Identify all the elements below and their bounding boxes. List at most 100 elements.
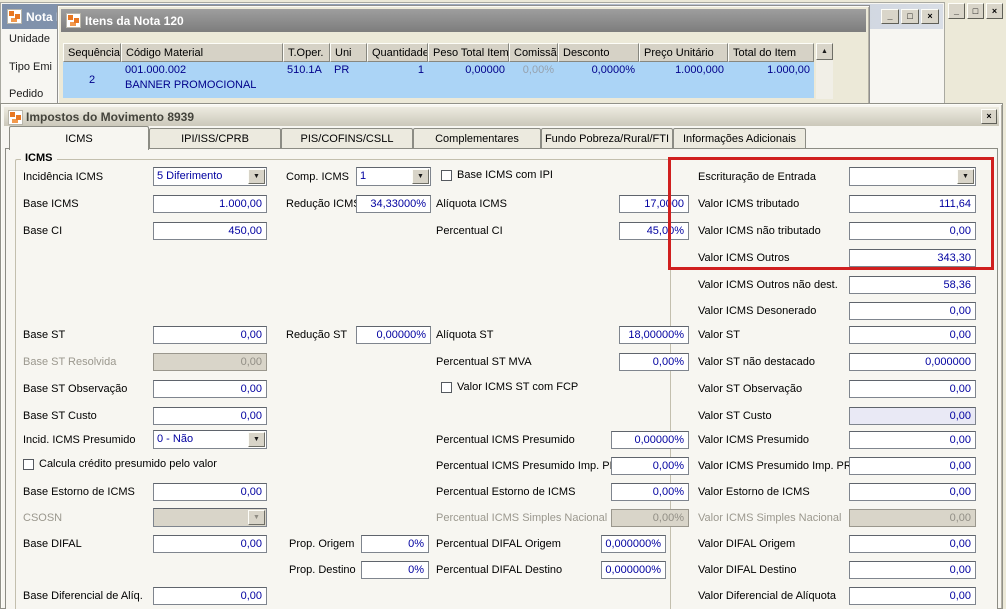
input-base-st-observacao[interactable]: 0,00 (153, 380, 267, 398)
input-valor-icms-presumido[interactable]: 0,00 (849, 431, 976, 449)
input-base-st-custo[interactable]: 0,00 (153, 407, 267, 425)
label-valor-st-custo: Valor ST Custo (698, 410, 772, 422)
input-aliquota-st[interactable]: 18,00000% (619, 326, 689, 344)
column-header-sequencia[interactable]: Sequência (63, 43, 121, 62)
app-maximize-button[interactable]: □ (967, 3, 984, 19)
column-header-uni[interactable]: Uni (330, 43, 367, 62)
select-escrituracao-entrada[interactable]: ▼ (849, 167, 976, 186)
column-header-total-do-item[interactable]: Total do Item (728, 43, 814, 62)
nota-field-label-tipo-emissao: Tipo Emi (9, 61, 52, 73)
label-base-st-resolvida: Base ST Resolvida (23, 356, 117, 368)
column-header-codigo-material[interactable]: Código Material (121, 43, 283, 62)
material-code: 001.000.002 (125, 64, 187, 76)
input-valor-icms-outros-nao-dest[interactable]: 58,36 (849, 276, 976, 294)
input-valor-icms-tributado[interactable]: 111,64 (849, 195, 976, 213)
column-header-quantidade[interactable]: Quantidade (367, 43, 428, 62)
checkbox-calcula-credito-presumido[interactable]: Calcula crédito presumido pelo valor (23, 458, 217, 470)
label-percentual-icms-presumido-imp-pr: Percentual ICMS Presumido Imp. PR (436, 460, 618, 472)
select-incidencia-icms[interactable]: 5 Diferimento ▼ (153, 167, 267, 186)
column-header-toper[interactable]: T.Oper. (283, 43, 330, 62)
label-percentual-icms-presumido: Percentual ICMS Presumido (436, 434, 575, 446)
nota-close-button[interactable]: × (921, 9, 939, 24)
input-base-ci[interactable]: 450,00 (153, 222, 267, 240)
app-close-button[interactable]: × (986, 3, 1003, 19)
input-valor-st-observacao[interactable]: 0,00 (849, 380, 976, 398)
column-header-preco-unitario[interactable]: Preço Unitário (639, 43, 728, 62)
select-value: 0 - Não (157, 433, 194, 445)
nota-maximize-button[interactable]: □ (901, 9, 919, 24)
cell-preco-unitario: 1.000,000 (675, 64, 724, 76)
scroll-up-button[interactable]: ▲ (816, 43, 833, 60)
input-base-st-resolvida: 0,00 (153, 353, 267, 371)
input-base-diferencial-aliq[interactable]: 0,00 (153, 587, 267, 605)
checkbox-base-icms-com-ipi[interactable]: Base ICMS com IPI (441, 169, 553, 181)
dropdown-arrow-icon[interactable]: ▼ (248, 432, 265, 447)
input-prop-destino[interactable]: 0% (361, 561, 429, 579)
input-valor-icms-presumido-imp-pr[interactable]: 0,00 (849, 457, 976, 475)
input-prop-origem[interactable]: 0% (361, 535, 429, 553)
input-valor-estorno-icms[interactable]: 0,00 (849, 483, 976, 501)
input-valor-st[interactable]: 0,00 (849, 326, 976, 344)
input-valor-difal-destino[interactable]: 0,00 (849, 561, 976, 579)
tab-icms[interactable]: ICMS (9, 126, 149, 150)
input-percentual-icms-presumido-imp-pr[interactable]: 0,00% (611, 457, 689, 475)
input-percentual-difal-destino[interactable]: 0,000000% (601, 561, 666, 579)
input-base-difal[interactable]: 0,00 (153, 535, 267, 553)
label-reducao-st: Redução ST (286, 329, 348, 341)
checkbox-valor-icms-st-com-fcp[interactable]: Valor ICMS ST com FCP (441, 381, 578, 393)
input-percentual-icms-presumido[interactable]: 0,00000% (611, 431, 689, 449)
label-percentual-icms-simples-nacional: Percentual ICMS Simples Nacional (436, 512, 608, 524)
label-valor-difal-destino: Valor DIFAL Destino (698, 564, 797, 576)
select-value: 5 Diferimento (157, 170, 223, 182)
input-reducao-st[interactable]: 0,00000% (356, 326, 431, 344)
column-header-desconto[interactable]: Desconto (558, 43, 639, 62)
input-reducao-icms[interactable]: 34,33000% (356, 195, 431, 213)
label-escrituracao-entrada: Escrituração de Entrada (698, 171, 817, 183)
nota-minimize-button[interactable]: _ (881, 9, 899, 24)
dropdown-arrow-icon[interactable]: ▼ (412, 169, 429, 184)
label-incid-icms-presumido: Incid. ICMS Presumido (23, 434, 136, 446)
checkbox-box[interactable] (441, 381, 452, 393)
label-valor-st: Valor ST (698, 329, 740, 341)
input-percentual-difal-origem[interactable]: 0,000000% (601, 535, 666, 553)
input-valor-icms-desonerado[interactable]: 0,00 (849, 302, 976, 320)
input-aliquota-icms[interactable]: 17,0000 (619, 195, 689, 213)
label-percentual-estorno-icms: Percentual Estorno de ICMS (436, 486, 576, 498)
input-base-icms[interactable]: 1.000,00 (153, 195, 267, 213)
dropdown-arrow-icon: ▼ (248, 510, 265, 525)
input-valor-difal-origem[interactable]: 0,00 (849, 535, 976, 553)
dropdown-arrow-icon[interactable]: ▼ (957, 169, 974, 184)
icms-fields-layer: Incidência ICMS 5 Diferimento ▼ Comp. IC… (1, 104, 1002, 608)
input-valor-st-nao-destacado[interactable]: 0,000000 (849, 353, 976, 371)
checkbox-box[interactable] (441, 169, 452, 181)
input-percentual-estorno-icms[interactable]: 0,00% (611, 483, 689, 501)
label-percentual-ci: Percentual CI (436, 225, 503, 237)
input-percentual-ci[interactable]: 45,00% (619, 222, 689, 240)
label-valor-icms-presumido-imp-pr: Valor ICMS Presumido Imp. PR (698, 460, 852, 472)
label-aliquota-st: Alíquota ST (436, 329, 494, 341)
checkbox-label: Calcula crédito presumido pelo valor (39, 458, 217, 470)
input-valor-icms-nao-tributado[interactable]: 0,00 (849, 222, 976, 240)
input-base-st[interactable]: 0,00 (153, 326, 267, 344)
column-header-comissao[interactable]: Comissão (509, 43, 558, 62)
itens-window: Itens da Nota 120 Sequência Código Mater… (57, 5, 870, 105)
checkbox-box[interactable] (23, 458, 34, 470)
itens-titlebar[interactable]: Itens da Nota 120 (61, 9, 866, 32)
select-comp-icms[interactable]: 1 ▼ (356, 167, 431, 186)
select-incid-icms-presumido[interactable]: 0 - Não ▼ (153, 430, 267, 449)
input-base-estorno-icms[interactable]: 0,00 (153, 483, 267, 501)
input-valor-icms-simples-nacional: 0,00 (849, 509, 976, 527)
label-base-st-custo: Base ST Custo (23, 410, 97, 422)
input-valor-icms-outros[interactable]: 343,30 (849, 249, 976, 267)
checkbox-label: Valor ICMS ST com FCP (457, 381, 579, 393)
label-base-icms: Base ICMS (23, 198, 79, 210)
vertical-scrollbar[interactable]: ▲ (816, 43, 833, 99)
cell-uni: PR (334, 64, 350, 76)
label-base-ci: Base CI (23, 225, 63, 237)
dropdown-arrow-icon[interactable]: ▼ (248, 169, 265, 184)
input-percentual-st-mva[interactable]: 0,00% (619, 353, 689, 371)
table-row[interactable]: 2 001.000.002 BANNER PROMOCIONAL 510.1A … (63, 62, 814, 98)
column-header-peso-total-item[interactable]: Peso Total Item (428, 43, 509, 62)
input-valor-diferencial-aliquota[interactable]: 0,00 (849, 587, 976, 605)
app-minimize-button[interactable]: _ (948, 3, 965, 19)
